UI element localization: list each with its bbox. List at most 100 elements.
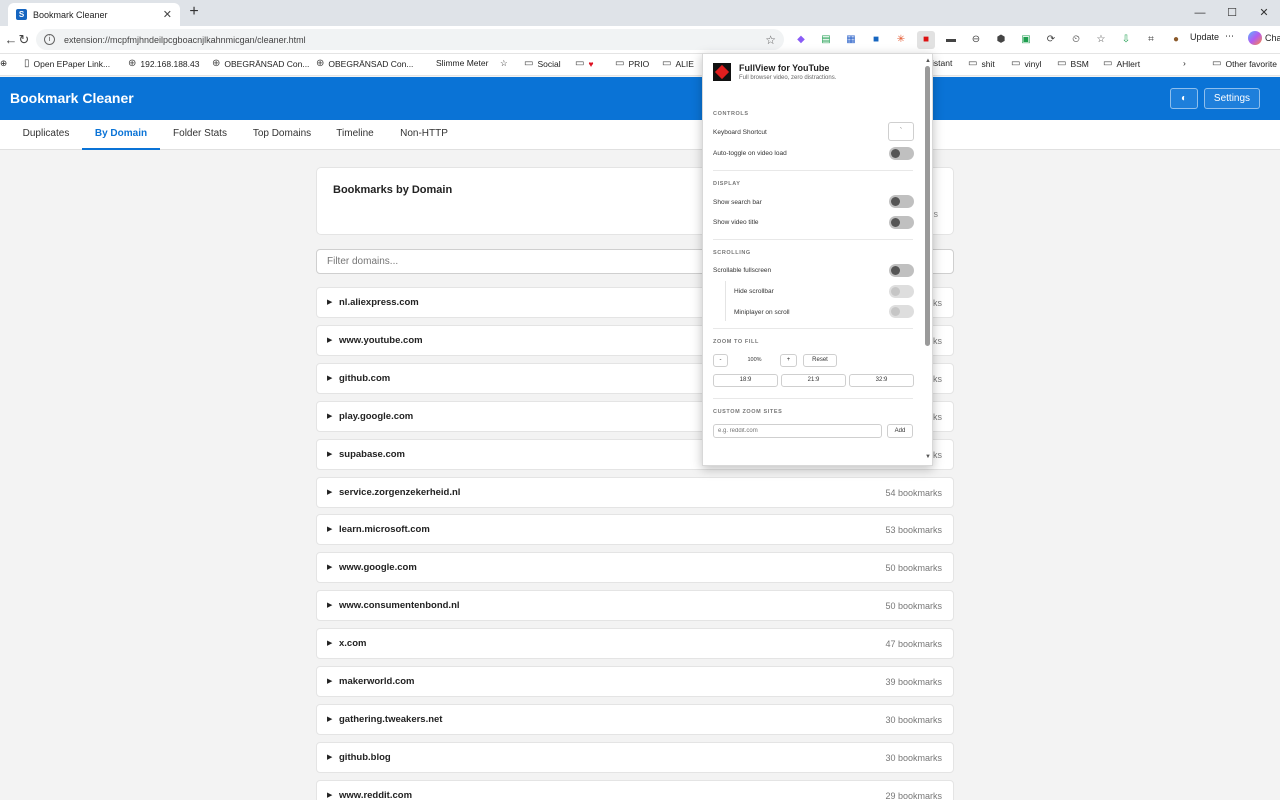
- ratio-18-9-button[interactable]: 18:9: [713, 374, 778, 387]
- domain-row[interactable]: ▶ github.blog 30 bookmarks: [316, 742, 954, 773]
- address-bar[interactable]: i extension://mcpfmjhndeilpcgboacnjlkahn…: [36, 29, 784, 50]
- domain-row[interactable]: ▶ www.consumentenbond.nl 50 bookmarks: [316, 590, 954, 621]
- extension-doc-icon[interactable]: ▦: [842, 31, 860, 49]
- extension-tape-icon[interactable]: ▬: [942, 31, 960, 49]
- expand-triangle-icon[interactable]: ▶: [327, 488, 332, 496]
- expand-triangle-icon[interactable]: ▶: [327, 374, 332, 382]
- extension-burst-icon[interactable]: ✳: [892, 31, 910, 49]
- domain-name: www.youtube.com: [339, 335, 423, 346]
- extension-bookmark-cleaner-icon[interactable]: ■: [867, 31, 885, 49]
- favorites-icon[interactable]: ☆: [1092, 31, 1110, 49]
- bookmark-folder[interactable]: ▭ Social: [524, 58, 561, 69]
- bookmark-item[interactable]: ▯ Open EPaper Link...: [24, 58, 110, 69]
- expand-triangle-icon[interactable]: ▶: [327, 677, 332, 685]
- expand-triangle-icon[interactable]: ▶: [327, 298, 332, 306]
- zoom-minus-button[interactable]: -: [713, 354, 728, 367]
- settings-button[interactable]: Settings: [1204, 88, 1260, 109]
- tab-non-http[interactable]: Non-HTTP: [386, 120, 462, 150]
- extension-zoom-icon[interactable]: ⊖: [967, 31, 985, 49]
- hide-scrollbar-switch[interactable]: [889, 285, 914, 298]
- expand-triangle-icon[interactable]: ▶: [327, 753, 332, 761]
- copilot-button[interactable]: Cha: [1248, 31, 1280, 45]
- new-tab-button[interactable]: +: [184, 2, 204, 22]
- theme-toggle-button[interactable]: ◐: [1170, 88, 1198, 109]
- extension-sheet-icon[interactable]: ▤: [817, 31, 835, 49]
- ratio-32-9-button[interactable]: 32:9: [849, 374, 914, 387]
- bookmark-folder[interactable]: ▭ BSM: [1057, 58, 1089, 69]
- domain-row[interactable]: ▶ x.com 47 bookmarks: [316, 628, 954, 659]
- bookmark-item[interactable]: ⊕ 192.168.188.43: [128, 58, 199, 69]
- extension-fullview-icon[interactable]: ■: [917, 31, 935, 49]
- zoom-reset-button[interactable]: Reset: [803, 354, 837, 367]
- tab-by-domain[interactable]: By Domain: [82, 120, 160, 150]
- minimize-icon[interactable]: —: [1184, 0, 1216, 26]
- bookmark-item[interactable]: Slimme Meter: [436, 58, 488, 68]
- tab-folder-stats[interactable]: Folder Stats: [160, 120, 240, 150]
- browser-tab[interactable]: S Bookmark Cleaner ✕: [8, 3, 180, 26]
- auto-toggle-switch[interactable]: [889, 147, 914, 160]
- extension-refresh-icon[interactable]: ⟳: [1042, 31, 1060, 49]
- expand-triangle-icon[interactable]: ▶: [327, 336, 332, 344]
- favorite-star-icon[interactable]: ☆: [765, 33, 776, 47]
- expand-triangle-icon[interactable]: ▶: [327, 791, 332, 799]
- profile-avatar-icon[interactable]: ●: [1167, 31, 1185, 49]
- info-icon[interactable]: i: [44, 34, 55, 45]
- domain-row[interactable]: ▶ gathering.tweakers.net 30 bookmarks: [316, 704, 954, 735]
- add-site-button[interactable]: Add: [887, 424, 913, 438]
- screenshot-icon[interactable]: ⌗: [1142, 31, 1160, 49]
- more-icon[interactable]: ⋯: [1225, 31, 1234, 42]
- update-button[interactable]: Update ⋯: [1190, 31, 1234, 42]
- tab-duplicates[interactable]: Duplicates: [10, 120, 82, 150]
- custom-zoom-site-input[interactable]: [713, 424, 882, 438]
- bookmark-folder[interactable]: ▭ vinyl: [1011, 58, 1041, 69]
- domain-row[interactable]: ▶ makerworld.com 39 bookmarks: [316, 666, 954, 697]
- domain-row[interactable]: ▶ www.reddit.com 29 bookmarks: [316, 780, 954, 800]
- bookmark-star-icon[interactable]: ☆: [500, 58, 508, 69]
- bookmark-item[interactable]: istant: [932, 58, 952, 68]
- close-window-icon[interactable]: ✕: [1248, 0, 1280, 26]
- scrollable-fullscreen-label: Scrollable fullscreen: [713, 267, 772, 274]
- domain-row[interactable]: ▶ service.zorgenzekerheid.nl 54 bookmarks: [316, 477, 954, 508]
- expand-triangle-icon[interactable]: ▶: [327, 525, 332, 533]
- downloads-icon[interactable]: ⇩: [1117, 31, 1135, 49]
- bookmark-folder[interactable]: ▭ ALIE: [662, 58, 694, 69]
- extension-cube-icon[interactable]: ⬢: [992, 31, 1010, 49]
- extension-shield-icon[interactable]: ▣: [1017, 31, 1035, 49]
- keyboard-shortcut-field[interactable]: `: [888, 122, 914, 141]
- other-favorites-folder[interactable]: ▭ Other favorite: [1212, 58, 1277, 69]
- show-search-bar-switch[interactable]: [889, 195, 914, 208]
- domain-row[interactable]: ▶ learn.microsoft.com 53 bookmarks: [316, 514, 954, 545]
- tab-top-domains[interactable]: Top Domains: [240, 120, 324, 150]
- bookmark-folder[interactable]: ▭ shit: [968, 58, 995, 69]
- scrolling-section-label: SCROLLING: [713, 250, 751, 256]
- show-video-title-switch[interactable]: [889, 216, 914, 229]
- bookmark-folder[interactable]: ▭ ♥: [575, 58, 594, 69]
- scrollable-fullscreen-switch[interactable]: [889, 264, 914, 277]
- maximize-icon[interactable]: ☐: [1216, 0, 1248, 26]
- bookmark-item[interactable]: ⊕ OBEGRÄNSAD Con...: [212, 58, 309, 69]
- popup-scrollbar-thumb[interactable]: [925, 66, 930, 346]
- tab-timeline[interactable]: Timeline: [324, 120, 386, 150]
- extension-timer-icon[interactable]: ⏲: [1067, 31, 1085, 49]
- tab-close-icon[interactable]: ✕: [163, 8, 172, 21]
- expand-triangle-icon[interactable]: ▶: [327, 563, 332, 571]
- domain-row[interactable]: ▶ www.google.com 50 bookmarks: [316, 552, 954, 583]
- expand-triangle-icon[interactable]: ▶: [327, 412, 332, 420]
- expand-triangle-icon[interactable]: ▶: [327, 639, 332, 647]
- expand-triangle-icon[interactable]: ▶: [327, 601, 332, 609]
- zoom-plus-button[interactable]: +: [780, 354, 797, 367]
- url-text[interactable]: extension://mcpfmjhndeilpcgboacnjlkahnmi…: [64, 35, 765, 45]
- bookmarks-overflow-chevron-icon[interactable]: ›: [1183, 58, 1186, 68]
- scroll-down-arrow-icon[interactable]: ▼: [925, 454, 931, 460]
- expand-triangle-icon[interactable]: ▶: [327, 450, 332, 458]
- miniplayer-switch[interactable]: [889, 305, 914, 318]
- bookmark-item[interactable]: ⊕ OBEGRÄNSAD Con...: [316, 58, 413, 69]
- scroll-up-arrow-icon[interactable]: ▲: [925, 58, 931, 64]
- reload-icon[interactable]: ↻: [15, 31, 33, 49]
- expand-triangle-icon[interactable]: ▶: [327, 715, 332, 723]
- bookmark-folder[interactable]: ▭ PRIO: [615, 58, 649, 69]
- bookmark-overflow-icon[interactable]: ⊕: [0, 58, 7, 69]
- ratio-21-9-button[interactable]: 21:9: [781, 374, 846, 387]
- bookmark-folder[interactable]: ▭ AHlert: [1103, 58, 1140, 69]
- extension-gem-icon[interactable]: ◆: [792, 31, 810, 49]
